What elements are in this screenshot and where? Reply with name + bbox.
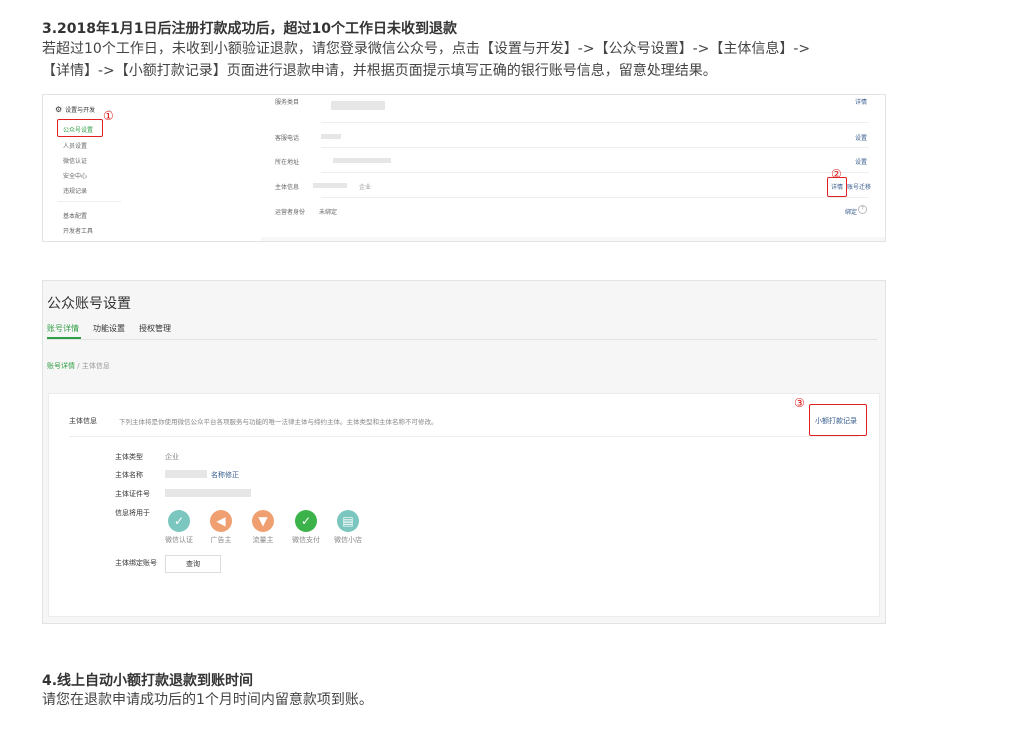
- usage-item-label: 微信支付: [292, 536, 320, 544]
- usage-item-label: 微信小店: [334, 536, 362, 544]
- section4-body: 请您在退款申请成功后的1个月时间内留意款项到账。: [42, 692, 373, 708]
- settings-content: 服务类目 详情 客服电话 设置 所在地址 设置 主体信息 企业 ② 详情 账号迁…: [261, 95, 885, 237]
- section3-body-line1: 若超过10个工作日，未收到小额验证退款，请您登录微信公众号，点击【设置与开发】-…: [42, 41, 811, 57]
- sidebar-item-public-account-settings[interactable]: 公众号设置: [63, 125, 93, 134]
- redacted-value: [321, 134, 341, 139]
- card-divider: [69, 436, 859, 437]
- tab-authorization[interactable]: 授权管理: [139, 323, 171, 334]
- tab-account-details[interactable]: 账号详情: [47, 323, 79, 334]
- sidebar-divider: [57, 201, 121, 202]
- sidebar-group-label: 设置与开发: [65, 107, 96, 114]
- redacted-entity-name: [165, 470, 207, 478]
- screenshot-settings-menu: ⚙ 设置与开发 ︿ 公众号设置 ① 人员设置 微信认证 安全中心 违规记录 基本…: [42, 94, 886, 242]
- screenshot-account-settings: 公众账号设置 账号详情 功能设置 授权管理 账号详情 / 主体信息 主体信息 下…: [42, 280, 886, 624]
- redacted-value: [333, 158, 391, 163]
- sidebar-item-violation-records[interactable]: 违规记录: [63, 186, 87, 195]
- sidebar-item-security-center[interactable]: 安全中心: [63, 171, 87, 180]
- row-action-set-address[interactable]: 设置: [855, 157, 867, 166]
- redacted-cert-number: [165, 489, 251, 497]
- section3-body-line2: 【详情】->【小额打款记录】页面进行退款申请，并根据页面提示填写正确的银行账号信…: [42, 63, 717, 79]
- wechat-pay-icon: ✓: [295, 510, 317, 532]
- row-label: 客服电话: [275, 135, 300, 142]
- query-button[interactable]: 查询: [165, 555, 221, 573]
- marker-3: ③: [794, 396, 805, 410]
- entity-type-label: 主体类型: [115, 453, 143, 461]
- row-action-set-phone[interactable]: 设置: [855, 133, 867, 142]
- section3-title: 3.2018年1月1日后注册打款成功后，超过10个工作日未收到退款: [42, 21, 457, 37]
- row-action-account-migration[interactable]: 账号迁移: [847, 182, 871, 191]
- entity-type-suffix: 企业: [359, 184, 372, 191]
- entity-info-card: 主体信息 下列主体将是你使用微信公众平台各项服务与功能的唯一法律主体与缔约主体。…: [48, 393, 880, 617]
- row-divider: [321, 172, 869, 173]
- redacted-value: [331, 101, 385, 110]
- breadcrumb-link[interactable]: 账号详情: [47, 362, 75, 370]
- usage-item-advertiser: ◀ 广告主: [201, 510, 241, 545]
- usage-label: 信息将用于: [115, 509, 150, 517]
- settings-sidebar: ⚙ 设置与开发 ︿ 公众号设置 ① 人员设置 微信认证 安全中心 违规记录 基本…: [43, 95, 259, 241]
- row-divider: [321, 147, 869, 148]
- sidebar-item-staff-settings[interactable]: 人员设置: [63, 141, 87, 150]
- breadcrumb: 账号详情 / 主体信息: [47, 361, 110, 371]
- usage-item-verification: ✓ 微信认证: [159, 510, 199, 545]
- sidebar-item-basic-config[interactable]: 基本配置: [63, 211, 87, 220]
- entity-name-label: 主体名称: [115, 471, 143, 479]
- redacted-value: [313, 183, 347, 188]
- shop-icon: ▤: [337, 510, 359, 532]
- operator-value: 未绑定: [319, 209, 338, 216]
- row-label: 服务类目: [275, 99, 300, 106]
- breadcrumb-separator: /: [77, 362, 80, 370]
- sidebar-item-wechat-verification[interactable]: 微信认证: [63, 156, 87, 165]
- sidebar-item-developer-tools[interactable]: 开发者工具: [63, 226, 93, 235]
- check-icon: ✓: [168, 510, 190, 532]
- section-description: 下列主体将是你使用微信公众平台各项服务与功能的唯一法律主体与缔约主体。主体类型和…: [119, 418, 438, 426]
- megaphone-icon: ◀: [210, 510, 232, 532]
- row-label: 主体信息: [275, 184, 300, 191]
- row-label: 所在地址: [275, 159, 300, 166]
- bound-account-label: 主体绑定账号: [115, 559, 157, 567]
- funnel-icon: ▼: [252, 510, 274, 532]
- usage-item-shop: ▤ 微信小店: [328, 510, 368, 545]
- row-divider: [321, 122, 869, 123]
- entity-type-value: 企业: [165, 453, 179, 461]
- gear-icon: ⚙: [55, 105, 63, 114]
- row-action-entity-details[interactable]: 详情: [831, 182, 843, 191]
- row-action-bind[interactable]: 绑定: [845, 207, 857, 216]
- name-correction-link[interactable]: 名称修正: [211, 470, 239, 480]
- micro-payment-records-link[interactable]: 小额打款记录: [815, 416, 857, 426]
- entity-cert-label: 主体证件号: [115, 490, 150, 498]
- usage-item-label: 微信认证: [165, 536, 193, 544]
- breadcrumb-current: 主体信息: [81, 362, 110, 370]
- usage-item-traffic: ▼ 流量主: [243, 510, 283, 545]
- section4-title: 4.线上自动小额打款退款到账时间: [42, 673, 254, 689]
- marker-1: ①: [103, 109, 114, 123]
- row-divider: [321, 197, 869, 198]
- usage-item-label: 广告主: [210, 536, 232, 544]
- row-label: 运营者身份: [275, 209, 306, 216]
- tabs-divider: [47, 339, 877, 340]
- section-label: 主体信息: [69, 417, 97, 425]
- usage-item-label: 流量主: [252, 536, 274, 544]
- page-title: 公众账号设置: [47, 296, 131, 312]
- usage-item-wechat-pay: ✓ 微信支付: [286, 510, 326, 545]
- help-icon[interactable]: ?: [858, 205, 867, 214]
- tab-feature-settings[interactable]: 功能设置: [93, 323, 125, 334]
- row-action-details[interactable]: 详情: [855, 97, 867, 106]
